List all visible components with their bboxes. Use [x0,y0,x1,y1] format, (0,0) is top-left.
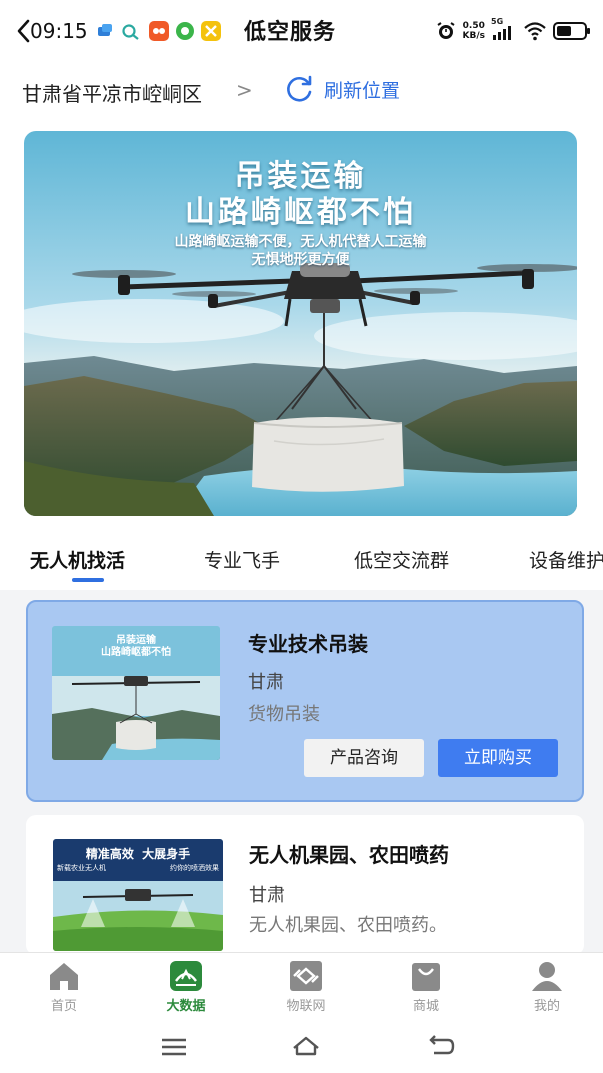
signal-type-label: 5G [491,17,504,26]
system-navigation-bar [0,1020,603,1073]
tab-community-group[interactable]: 低空交流群 [354,546,449,573]
nav-shop-label: 商城 [412,999,439,1014]
app-notification-icon [149,21,169,41]
thumb-slogan: 精准高效 大展身手 [85,847,191,861]
bottom-navigation: 首页 大数据 物联网 商城 我的 [0,952,603,1020]
nav-iot[interactable]: 物联网 [266,959,346,1014]
banner-subtitle-line1: 山路崎岖运输不便，无人机代替人工运输 [174,234,427,250]
shop-bag-icon [412,963,440,991]
job-region: 甘肃 [248,672,284,693]
status-bar: 09:15 低空服务 0.50 KB/s 5G [0,0,603,60]
job-description: 货物吊装 [248,704,320,725]
iot-icon [290,961,322,991]
job-card[interactable]: 吊装运输 山路崎岖都不怕 专业技术吊装 甘肃 货物吊装 产品咨询 立即购买 [26,600,584,802]
battery-icon [553,22,590,40]
nav-profile-label: 我的 [533,999,560,1014]
cellular-signal: 5G [491,17,517,42]
product-consult-button[interactable]: 产品咨询 [304,739,424,777]
active-tab-indicator [72,578,104,582]
home-icon [50,963,78,990]
nav-big-data[interactable]: 大数据 [146,959,226,1014]
nav-shop[interactable]: 商城 [386,959,466,1014]
back-button-icon[interactable] [426,1032,456,1060]
job-title: 专业技术吊装 [248,632,368,656]
thumb-sub-right: 约你的喷洒效果 [170,864,219,872]
nav-home-label: 首页 [50,999,77,1014]
system-icons: 0.50 KB/s 5G [435,16,591,46]
clock: 09:15 [30,19,88,43]
alarm-icon [436,22,455,39]
big-data-icon [170,961,202,991]
tools-notification-icon [201,21,221,41]
network-speed: 0.50 KB/s [463,21,485,41]
search-notification-icon [122,24,139,40]
job-card[interactable]: 精准高效 大展身手 新载农业无人机 约你的喷洒效果 无人机果园、农田喷药 甘肃 … [26,815,584,955]
promo-banner[interactable]: 吊装运输 山路崎岖都不怕 山路崎岖运输不便，无人机代替人工运输 无惧地形更方便 [24,131,577,516]
buy-now-button[interactable]: 立即购买 [438,739,558,777]
refresh-location-button[interactable]: 刷新位置 [324,76,400,103]
cloud-notification-icon [98,24,112,36]
thumb-title-line2: 山路崎岖都不怕 [101,647,171,658]
current-location[interactable]: 甘肃省平凉市崆峒区 [22,78,202,107]
job-description: 无人机果园、农田喷药。 [249,915,447,936]
job-thumbnail: 吊装运输 山路崎岖都不怕 [52,626,220,760]
network-speed-value: 0.50 [462,21,485,31]
chevron-right-icon[interactable]: > [236,78,253,102]
job-region: 甘肃 [249,885,285,906]
app-title: 低空服务 [244,20,337,45]
nav-big-data-label: 大数据 [166,999,206,1014]
menu-icon[interactable] [159,1032,189,1060]
nav-home[interactable]: 首页 [24,959,104,1014]
thumb-sub-left: 新载农业无人机 [57,864,106,872]
profile-icon [532,962,562,991]
job-title: 无人机果园、农田喷药 [249,843,449,867]
nav-profile[interactable]: 我的 [507,959,587,1014]
tab-pro-pilots[interactable]: 专业飞手 [204,546,280,573]
home-button-icon[interactable] [291,1032,321,1060]
refresh-icon[interactable] [282,72,316,106]
nav-iot-label: 物联网 [286,999,326,1014]
job-thumbnail: 精准高效 大展身手 新载农业无人机 约你的喷洒效果 [53,839,223,951]
tab-drone-jobs[interactable]: 无人机找活 [30,546,125,573]
banner-subtitle-line2: 无惧地形更方便 [251,252,350,268]
banner-title-line2: 山路崎岖都不怕 [185,195,416,230]
wechat-notification-icon [176,22,194,40]
tab-equipment-maintenance[interactable]: 设备维护 [529,546,603,573]
network-speed-unit: KB/s [462,31,485,41]
wifi-icon [524,22,546,41]
